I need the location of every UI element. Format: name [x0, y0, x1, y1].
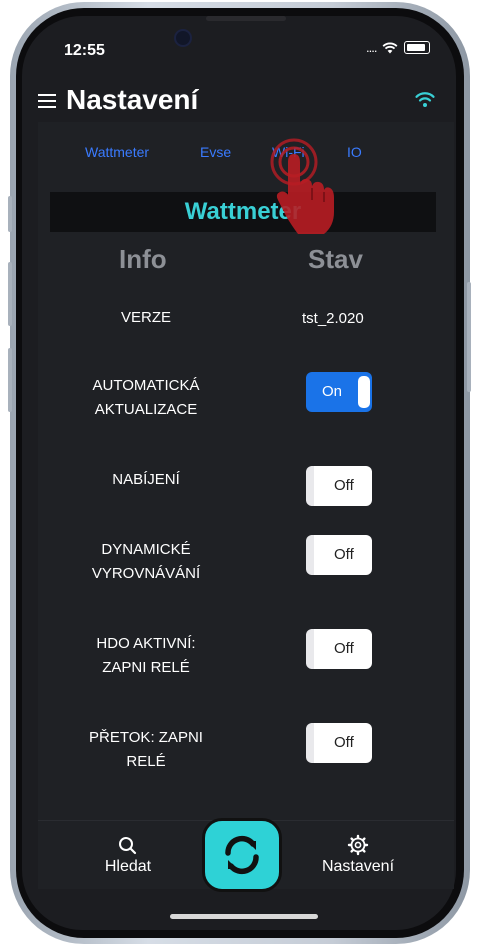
tab-evse[interactable]: Evse	[200, 144, 231, 160]
row-label-line1: DYNAMICKÉ	[101, 541, 191, 558]
row-label-auto-update: AUTOMATICKÁ AKTUALIZACE	[66, 374, 226, 422]
toggle-state-label: Off	[334, 477, 354, 494]
toggle-state-label: On	[322, 383, 343, 400]
tab-io[interactable]: IO	[347, 144, 362, 160]
row-label-line2: AKTUALIZACE	[94, 401, 198, 418]
status-time: 12:55	[64, 42, 105, 59]
row-label-line1: AUTOMATICKÁ	[92, 377, 200, 394]
column-header-state: Stav	[308, 244, 363, 274]
status-icons: ....	[366, 40, 431, 55]
row-label-text: VERZE	[120, 309, 171, 326]
row-label-line1: PŘETOK: ZAPNI	[89, 729, 203, 746]
action-button	[8, 196, 12, 232]
tab-bar: Wattmeter Evse Wi-Fi IO	[38, 144, 454, 166]
power-button	[467, 282, 471, 392]
row-label-line2: VYROVNÁVÁNÍ	[91, 565, 201, 582]
nav-settings[interactable]: Nastavení	[308, 820, 408, 876]
home-indicator[interactable]	[170, 914, 318, 919]
row-label-charging: NABÍJENÍ	[66, 468, 226, 492]
toggle-state-label: Off	[334, 640, 354, 657]
toggle-state-label: Off	[334, 546, 354, 563]
toggle-hdo-relay[interactable]: Off	[306, 629, 372, 669]
row-label-line2: RELÉ	[126, 753, 166, 770]
row-label-hdo-relay: HDO AKTIVNÍ: ZAPNI RELÉ	[66, 632, 226, 680]
front-camera	[176, 31, 190, 45]
refresh-button[interactable]	[202, 818, 282, 892]
row-label-line1: HDO AKTIVNÍ:	[96, 635, 196, 652]
volume-down-button	[8, 348, 12, 412]
volume-up-button	[8, 262, 12, 326]
toggle-auto-update[interactable]: On	[306, 372, 372, 412]
nav-search[interactable]: Hledat	[88, 820, 168, 876]
speaker	[206, 16, 286, 21]
search-icon	[119, 837, 137, 855]
toggle-knob	[358, 376, 370, 408]
row-label-line1: NABÍJENÍ	[112, 471, 180, 488]
gear-icon	[347, 834, 369, 856]
battery-icon	[404, 41, 431, 54]
toggle-charging[interactable]: Off	[306, 466, 372, 506]
toggle-overflow-relay[interactable]: Off	[306, 723, 372, 763]
row-label-overflow-relay: PŘETOK: ZAPNI RELÉ	[66, 726, 226, 774]
row-label-dynamic-balancing: DYNAMICKÉ VYROVNÁVÁNÍ	[66, 538, 226, 586]
row-label-line2: ZAPNI RELÉ	[102, 659, 190, 676]
signal-dots: ....	[366, 40, 377, 55]
menu-icon[interactable]	[38, 94, 58, 108]
page-title: Nastavení	[66, 84, 199, 115]
toggle-dynamic-balancing[interactable]: Off	[306, 535, 372, 575]
nav-settings-label: Nastavení	[321, 858, 395, 875]
refresh-icon	[225, 835, 259, 875]
toggle-state-label: Off	[334, 734, 354, 751]
column-header-info: Info	[119, 244, 167, 274]
section-header: Wattmeter	[50, 192, 436, 232]
row-label-version: VERZE	[66, 306, 226, 330]
version-value: tst_2.020	[302, 310, 364, 327]
tap-hand-icon	[270, 138, 334, 234]
wifi-icon[interactable]	[414, 90, 436, 108]
wifi-status-icon	[383, 42, 398, 53]
tab-wattmeter[interactable]: Wattmeter	[85, 144, 149, 160]
nav-search-label: Hledat	[104, 858, 152, 875]
